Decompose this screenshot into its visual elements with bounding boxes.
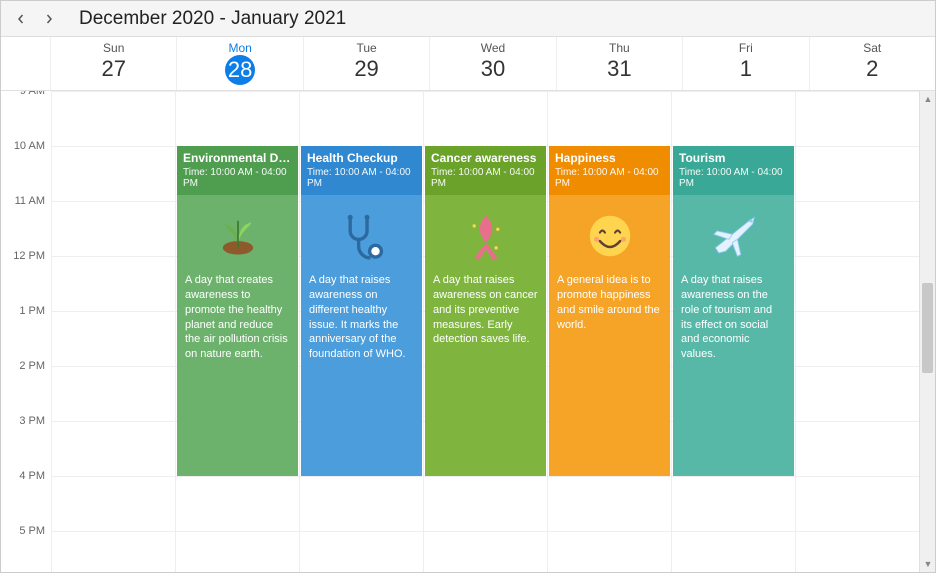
time-gutter: 9 AM 10 AM 11 AM 12 PM 1 PM 2 PM 3 PM 4 PM 5 PM [1,91,51,572]
event-time: Time: 10:00 AM - 04:00 PM [679,167,788,189]
event-title: Tourism [679,151,788,165]
time-label: 10 AM [14,140,45,152]
day-column[interactable]: Environmental Discus… Time: 10:00 AM - 04… [175,91,299,572]
day-number: 2 [810,55,935,83]
prev-button[interactable] [9,7,33,31]
plane-icon [707,209,761,263]
time-label: 4 PM [19,470,45,482]
day-header[interactable]: Tue29 [304,37,430,90]
event-title: Environmental Discus… [183,151,292,165]
day-name-label: Tue [304,41,429,55]
day-header[interactable]: Sat2 [810,37,935,90]
day-header-row: Sun27Mon28Tue29Wed30Thu31Fri1Sat2 [1,37,935,91]
stethoscope-icon [335,209,389,263]
day-column[interactable]: Cancer awareness Time: 10:00 AM - 04:00 P… [423,91,547,572]
ribbon-icon [459,209,513,263]
day-header[interactable]: Wed30 [430,37,556,90]
scrollbar[interactable]: ▲ ▼ [919,91,935,572]
scroll-up-button[interactable]: ▲ [920,91,936,107]
next-button[interactable] [37,7,61,31]
day-header[interactable]: Mon28 [177,37,303,90]
time-label: 12 PM [13,250,45,262]
day-column[interactable]: Health Checkup Time: 10:00 AM - 04:00 PM A… [299,91,423,572]
day-number: 31 [557,55,682,83]
chevron-right-icon [44,14,54,24]
event-description: A day that raises awareness on cancer an… [431,273,540,347]
day-number: 29 [304,55,429,83]
time-label: 5 PM [19,525,45,537]
event-description: A general idea is to promote happiness a… [555,273,664,332]
time-label: 1 PM [19,305,45,317]
day-name-label: Mon [177,41,302,55]
time-label: 11 AM [15,195,45,207]
event-time: Time: 10:00 AM - 04:00 PM [431,167,540,189]
calendar-grid[interactable]: 9 AM10 AM11 AM12 PM1 PM2 PM3 PM4 PM5 PM … [1,91,919,572]
scroll-thumb[interactable] [922,283,933,373]
chevron-left-icon [16,14,26,24]
event-title: Health Checkup [307,151,416,165]
day-column[interactable] [795,91,919,572]
event-description: A day that raises awareness on the role … [679,273,788,362]
date-range-title: December 2020 - January 2021 [79,8,346,30]
time-label: 9 AM [20,91,45,97]
plant-icon [211,209,265,263]
day-name-label: Fri [683,41,808,55]
calendar-event[interactable]: Environmental Discus… Time: 10:00 AM - 04… [177,146,298,476]
day-columns: Environmental Discus… Time: 10:00 AM - 04… [51,91,919,572]
calendar-event[interactable]: Happiness Time: 10:00 AM - 04:00 PM A gene… [549,146,670,476]
event-time: Time: 10:00 AM - 04:00 PM [307,167,416,189]
event-description: A day that raises awareness on different… [307,273,416,362]
scroll-down-button[interactable]: ▼ [920,556,936,572]
time-label: 2 PM [19,360,45,372]
day-header[interactable]: Fri1 [683,37,809,90]
event-description: A day that creates awareness to promote … [183,273,292,362]
day-number: 1 [683,55,808,83]
event-title: Happiness [555,151,664,165]
event-time: Time: 10:00 AM - 04:00 PM [183,167,292,189]
day-name-label: Thu [557,41,682,55]
time-label: 3 PM [19,415,45,427]
event-title: Cancer awareness [431,151,540,165]
smile-icon [583,209,637,263]
calendar-event[interactable]: Health Checkup Time: 10:00 AM - 04:00 PM A… [301,146,422,476]
day-column[interactable] [51,91,175,572]
day-number: 30 [430,55,555,83]
event-time: Time: 10:00 AM - 04:00 PM [555,167,664,189]
day-number: 28 [225,55,255,85]
day-name-label: Wed [430,41,555,55]
day-name-label: Sun [51,41,176,55]
day-header[interactable]: Sun27 [51,37,177,90]
day-column[interactable]: Tourism Time: 10:00 AM - 04:00 PM A day th… [671,91,795,572]
day-number: 27 [51,55,176,83]
day-column[interactable]: Happiness Time: 10:00 AM - 04:00 PM A gene… [547,91,671,572]
day-header[interactable]: Thu31 [557,37,683,90]
day-name-label: Sat [810,41,935,55]
toolbar: December 2020 - January 2021 [1,1,935,37]
calendar-event[interactable]: Cancer awareness Time: 10:00 AM - 04:00 P… [425,146,546,476]
calendar-event[interactable]: Tourism Time: 10:00 AM - 04:00 PM A day th… [673,146,794,476]
time-gutter-header [1,37,51,90]
